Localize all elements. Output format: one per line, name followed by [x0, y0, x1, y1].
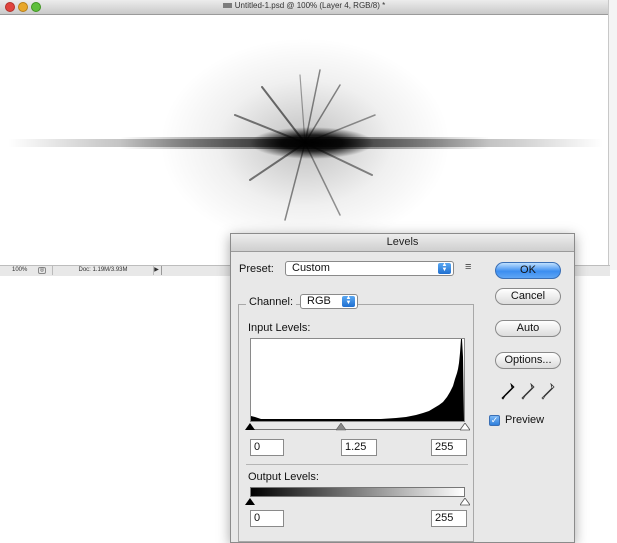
document-canvas[interactable] [0, 15, 608, 265]
histogram-graph [251, 339, 464, 421]
document-scroll-edge [608, 0, 617, 270]
status-info-icon[interactable]: ◎ [38, 267, 46, 274]
gray-eyedropper-icon[interactable] [521, 383, 535, 401]
starburst-artwork [8, 38, 603, 248]
preview-checkbox[interactable]: ✓ [489, 415, 500, 426]
channel-label: Channel: [246, 296, 297, 308]
preset-options-icon[interactable]: ≡ [465, 261, 471, 273]
levels-dialog: Levels Preset: Custom ▲ ▼ ≡ Channel: RGB … [230, 233, 575, 543]
input-gamma-slider[interactable] [336, 423, 346, 431]
preset-value: Custom [292, 262, 330, 274]
document-titlebar[interactable]: Untitled-1.psd @ 100% (Layer 4, RGB/8) * [0, 0, 608, 15]
white-eyedropper-icon[interactable] [541, 383, 555, 401]
document-proxy-icon[interactable] [222, 3, 232, 9]
ok-button[interactable]: OK [495, 262, 561, 279]
options-button[interactable]: Options... [495, 352, 561, 369]
checkmark-icon: ✓ [490, 415, 499, 425]
auto-button[interactable]: Auto [495, 320, 561, 337]
black-eyedropper-icon[interactable] [501, 383, 515, 401]
output-black-field[interactable]: 0 [250, 510, 284, 527]
histogram [250, 338, 465, 422]
zoom-level[interactable]: 100% [12, 267, 27, 273]
input-white-point-slider[interactable] [460, 423, 470, 431]
cancel-button[interactable]: Cancel [495, 288, 561, 305]
output-levels-label: Output Levels: [248, 471, 319, 483]
levels-separator [246, 464, 468, 465]
output-black-slider[interactable] [245, 498, 255, 506]
output-gradient-bar [250, 487, 465, 497]
channel-value: RGB [307, 295, 331, 307]
document-title: Untitled-1.psd @ 100% (Layer 4, RGB/8) * [234, 1, 386, 10]
document-title-wrap: Untitled-1.psd @ 100% (Layer 4, RGB/8) * [0, 1, 608, 10]
preset-select[interactable]: Custom ▲ ▼ [285, 261, 454, 276]
status-menu-arrow[interactable]: ▶ [152, 266, 162, 275]
input-levels-label: Input Levels: [248, 322, 311, 334]
preview-label: Preview [505, 414, 545, 426]
channel-select[interactable]: RGB ▲ ▼ [300, 294, 358, 309]
preset-label: Preset: [239, 263, 274, 275]
document-size: Doc: 1.19M/3.93M [52, 266, 154, 275]
input-slider-track[interactable] [250, 429, 465, 430]
input-black-point-slider[interactable] [245, 423, 255, 431]
output-white-field[interactable]: 255 [431, 510, 467, 527]
dialog-title: Levels [231, 234, 574, 252]
select-arrows-icon: ▲ ▼ [342, 295, 355, 307]
input-black-field[interactable]: 0 [250, 439, 284, 456]
output-white-slider[interactable] [460, 498, 470, 506]
input-white-field[interactable]: 255 [431, 439, 467, 456]
select-arrows-icon: ▲ ▼ [438, 262, 451, 274]
input-gamma-field[interactable]: 1.25 [341, 439, 377, 456]
